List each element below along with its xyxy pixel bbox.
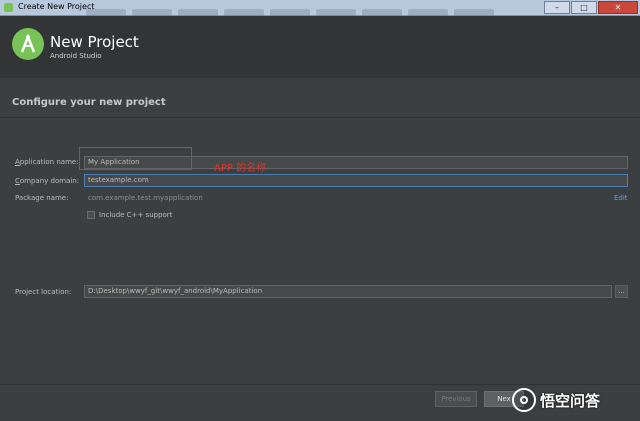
android-studio-app-icon (4, 3, 13, 12)
project-location-label: Project location: (15, 288, 72, 296)
watermark-text: 悟空问答 (540, 391, 601, 410)
package-name-edit-link[interactable]: Edit (614, 194, 628, 202)
previous-button[interactable]: Previous (435, 391, 477, 407)
android-studio-logo-icon (12, 28, 44, 60)
window-titlebar[interactable]: Create New Project – □ ✕ (0, 0, 640, 17)
cpp-support-checkbox[interactable] (87, 211, 95, 219)
cpp-support-label[interactable]: Include C++ support (99, 211, 172, 219)
window-controls: – □ ✕ (544, 1, 638, 14)
wizard-subtitle: Android Studio (50, 52, 102, 60)
maximize-button[interactable]: □ (571, 1, 597, 14)
wukong-watermark: 悟空问答 (512, 386, 600, 414)
app-name-label: Application name: (15, 158, 79, 166)
wukong-logo-icon (512, 388, 536, 412)
minimize-button[interactable]: – (544, 1, 570, 14)
company-domain-label: Company domain: (15, 177, 80, 185)
section-divider (0, 117, 640, 118)
package-name-value: com.example.test.myapplication (88, 194, 203, 202)
annotation-highlight-box (79, 147, 192, 170)
package-name-label: Package name: (15, 194, 69, 202)
annotation-text: APP 的名称 (214, 163, 267, 174)
footer-divider (0, 384, 640, 385)
project-location-input[interactable]: D:\Desktop\wwyf_git\wwyf_android\MyAppli… (84, 285, 612, 298)
wizard-title: New Project (50, 33, 139, 51)
window-title: Create New Project (18, 2, 95, 11)
company-domain-input[interactable]: testexample.com (84, 174, 628, 187)
close-button[interactable]: ✕ (598, 1, 638, 14)
section-title: Configure your new project (12, 97, 166, 108)
browse-location-button[interactable]: ... (615, 285, 628, 298)
background-taskbar-strip (86, 2, 566, 17)
wizard-header: New Project Android Studio (0, 16, 640, 78)
